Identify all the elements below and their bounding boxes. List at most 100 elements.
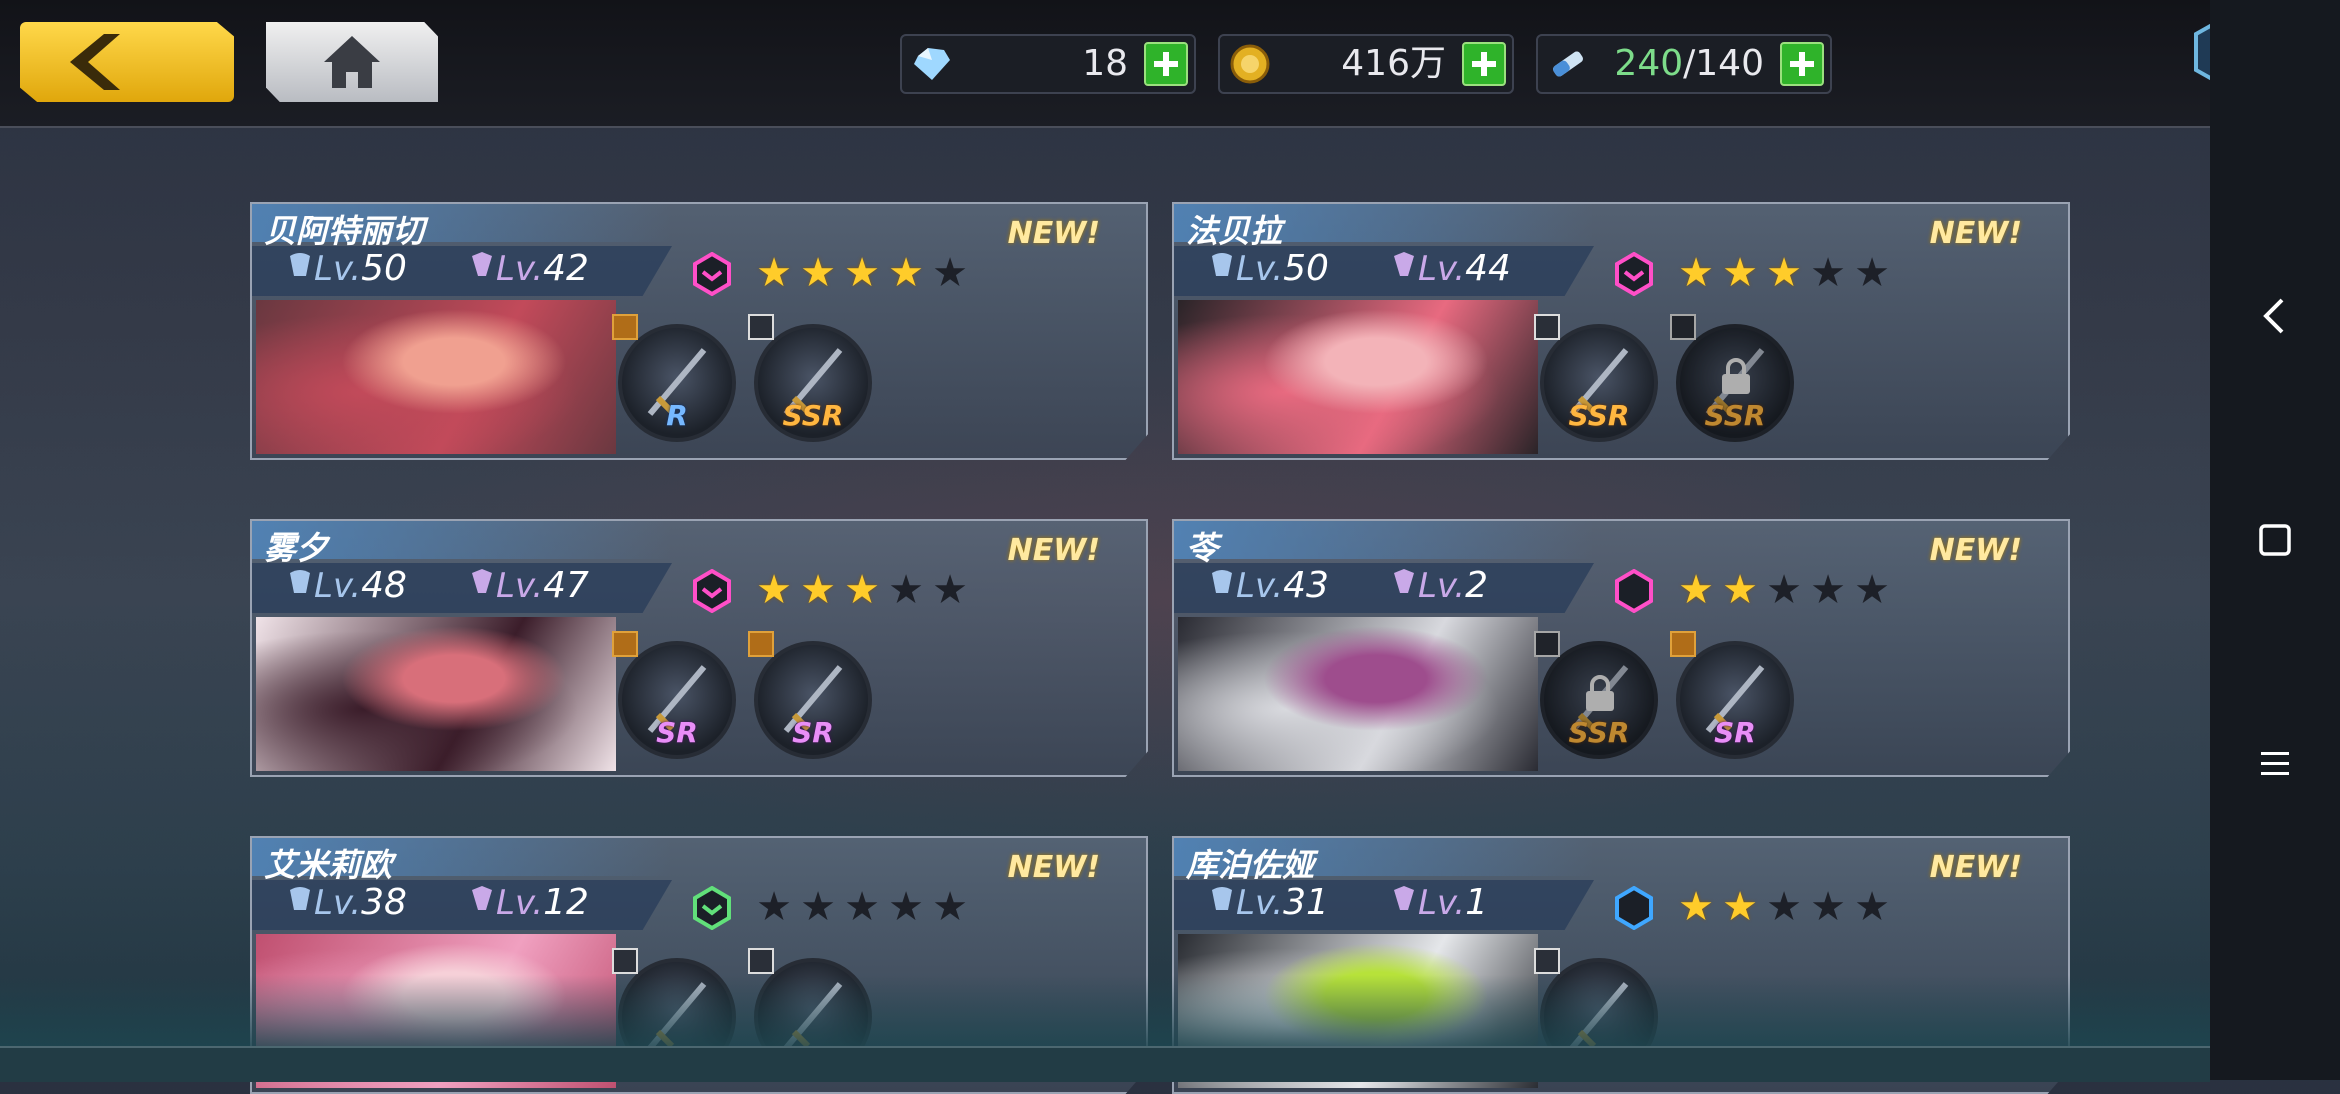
name-bar: 贝阿特丽切 <box>252 204 672 250</box>
weapon-level: Lv.44 <box>1390 248 1511 289</box>
star-rating: ★ ★ ★ ★ ★ <box>1677 567 1891 613</box>
rarity-label: R <box>666 399 688 432</box>
character-card[interactable]: 法贝拉 NEW! Lv.50 Lv.44 ★ ★ ★ ★ ★ SSR SSR <box>1172 202 2070 460</box>
weapon-level: Lv.12 <box>468 882 589 923</box>
rarity-label: SSR <box>1704 399 1766 432</box>
menu-lines-icon <box>2261 752 2289 775</box>
character-name: 贝阿特丽切 <box>264 212 425 250</box>
add-gems-button[interactable] <box>1144 42 1188 86</box>
level-row: Lv.43 Lv.2 <box>1174 563 1594 613</box>
new-badge: NEW! <box>1007 216 1100 251</box>
chevron-left-icon <box>2263 298 2284 334</box>
star-filled-icon: ★ <box>800 250 836 296</box>
level-crest-icon <box>290 570 310 593</box>
character-name: 库泊佐娅 <box>1186 846 1315 884</box>
weapon-crest-icon <box>472 886 492 910</box>
rarity-label: SSR <box>1568 716 1630 749</box>
equipment-slot[interactable]: SR <box>1670 631 1794 759</box>
square-icon <box>2259 524 2291 556</box>
lock-icon <box>1722 358 1750 394</box>
equipment-slot[interactable]: SR <box>612 631 736 759</box>
star-empty-icon: ★ <box>800 884 836 930</box>
equipment-slot[interactable]: SSR <box>748 314 872 442</box>
weapon-crest-icon <box>1394 569 1414 593</box>
equipment-slot[interactable]: SSR <box>1534 631 1658 759</box>
level-crest-icon <box>290 253 310 276</box>
star-empty-icon: ★ <box>932 250 968 296</box>
star-rating: ★ ★ ★ ★ ★ <box>755 884 969 930</box>
character-level: Lv.31 <box>1208 882 1329 923</box>
star-empty-icon: ★ <box>932 884 968 930</box>
level-crest-icon <box>1212 570 1232 593</box>
star-empty-icon: ★ <box>1854 250 1890 296</box>
diamond-icon <box>914 48 950 80</box>
star-empty-icon: ★ <box>756 884 792 930</box>
gem-counter: 18 <box>900 34 1196 94</box>
back-button[interactable] <box>20 22 234 102</box>
equipment-slot[interactable]: R <box>612 314 736 442</box>
level-crest-icon <box>290 887 310 910</box>
back-arrow-icon <box>70 34 120 90</box>
character-level: Lv.50 <box>1208 248 1329 289</box>
gem-value: 18 <box>1082 43 1128 84</box>
weapon-level: Lv.1 <box>1390 882 1488 923</box>
character-level: Lv.43 <box>1208 565 1329 606</box>
character-name: 艾米莉欧 <box>264 846 393 884</box>
character-name: 雾夕 <box>264 529 329 567</box>
character-level: Lv.50 <box>286 248 407 289</box>
level-row: Lv.48 Lv.47 <box>252 563 672 613</box>
coin-icon <box>1230 44 1270 84</box>
star-filled-icon: ★ <box>1678 567 1714 613</box>
level-row: Lv.50 Lv.42 <box>252 246 672 296</box>
weapon-level: Lv.42 <box>468 248 589 289</box>
equipment-slot[interactable]: SR <box>748 631 872 759</box>
level-row: Lv.38 Lv.12 <box>252 880 672 930</box>
character-portrait <box>1178 300 1538 454</box>
name-bar: 艾米莉欧 <box>252 838 672 884</box>
rank-hexagon-icon <box>693 252 731 296</box>
lock-icon <box>1586 675 1614 711</box>
bottom-fade <box>0 975 2210 1055</box>
rank-hexagon-icon <box>1615 252 1653 296</box>
equipment-slot[interactable]: SSR <box>1534 314 1658 442</box>
add-stamina-button[interactable] <box>1780 42 1824 86</box>
stamina-value: 240/140 <box>1614 43 1764 84</box>
character-portrait <box>1178 617 1538 771</box>
add-coins-button[interactable] <box>1462 42 1506 86</box>
new-badge: NEW! <box>1007 533 1100 568</box>
star-filled-icon: ★ <box>756 567 792 613</box>
weapon-crest-icon <box>472 252 492 276</box>
nav-menu-button[interactable] <box>2210 734 2340 794</box>
stamina-counter: 240/140 <box>1536 34 1832 94</box>
equipment-slot[interactable]: SSR <box>1670 314 1794 442</box>
character-card[interactable]: 苓 NEW! Lv.43 Lv.2 ★ ★ ★ ★ ★ SSR SR <box>1172 519 2070 777</box>
character-card[interactable]: 雾夕 NEW! Lv.48 Lv.47 ★ ★ ★ ★ ★ SR SR <box>250 519 1148 777</box>
new-badge: NEW! <box>1007 850 1100 885</box>
star-empty-icon: ★ <box>888 567 924 613</box>
character-level: Lv.48 <box>286 565 407 606</box>
star-rating: ★ ★ ★ ★ ★ <box>1677 884 1891 930</box>
star-filled-icon: ★ <box>756 250 792 296</box>
star-empty-icon: ★ <box>1810 567 1846 613</box>
new-badge: NEW! <box>1929 216 2022 251</box>
nav-home-button[interactable] <box>2210 510 2340 570</box>
name-bar: 雾夕 <box>252 521 672 567</box>
star-rating: ★ ★ ★ ★ ★ <box>755 250 969 296</box>
nav-back-button[interactable] <box>2210 286 2340 346</box>
star-filled-icon: ★ <box>1722 884 1758 930</box>
star-empty-icon: ★ <box>1766 884 1802 930</box>
star-empty-icon: ★ <box>1810 884 1846 930</box>
character-name: 法贝拉 <box>1186 212 1283 250</box>
star-filled-icon: ★ <box>800 567 836 613</box>
weapon-level: Lv.47 <box>468 565 589 606</box>
new-badge: NEW! <box>1929 533 2022 568</box>
character-card[interactable]: 贝阿特丽切 NEW! Lv.50 Lv.42 ★ ★ ★ ★ ★ R SSR <box>250 202 1148 460</box>
character-portrait <box>256 300 616 454</box>
home-button[interactable] <box>266 22 438 102</box>
bottom-bar <box>0 1046 2210 1082</box>
star-empty-icon: ★ <box>888 884 924 930</box>
character-level: Lv.38 <box>286 882 407 923</box>
star-rating: ★ ★ ★ ★ ★ <box>1677 250 1891 296</box>
star-rating: ★ ★ ★ ★ ★ <box>755 567 969 613</box>
star-empty-icon: ★ <box>844 884 880 930</box>
